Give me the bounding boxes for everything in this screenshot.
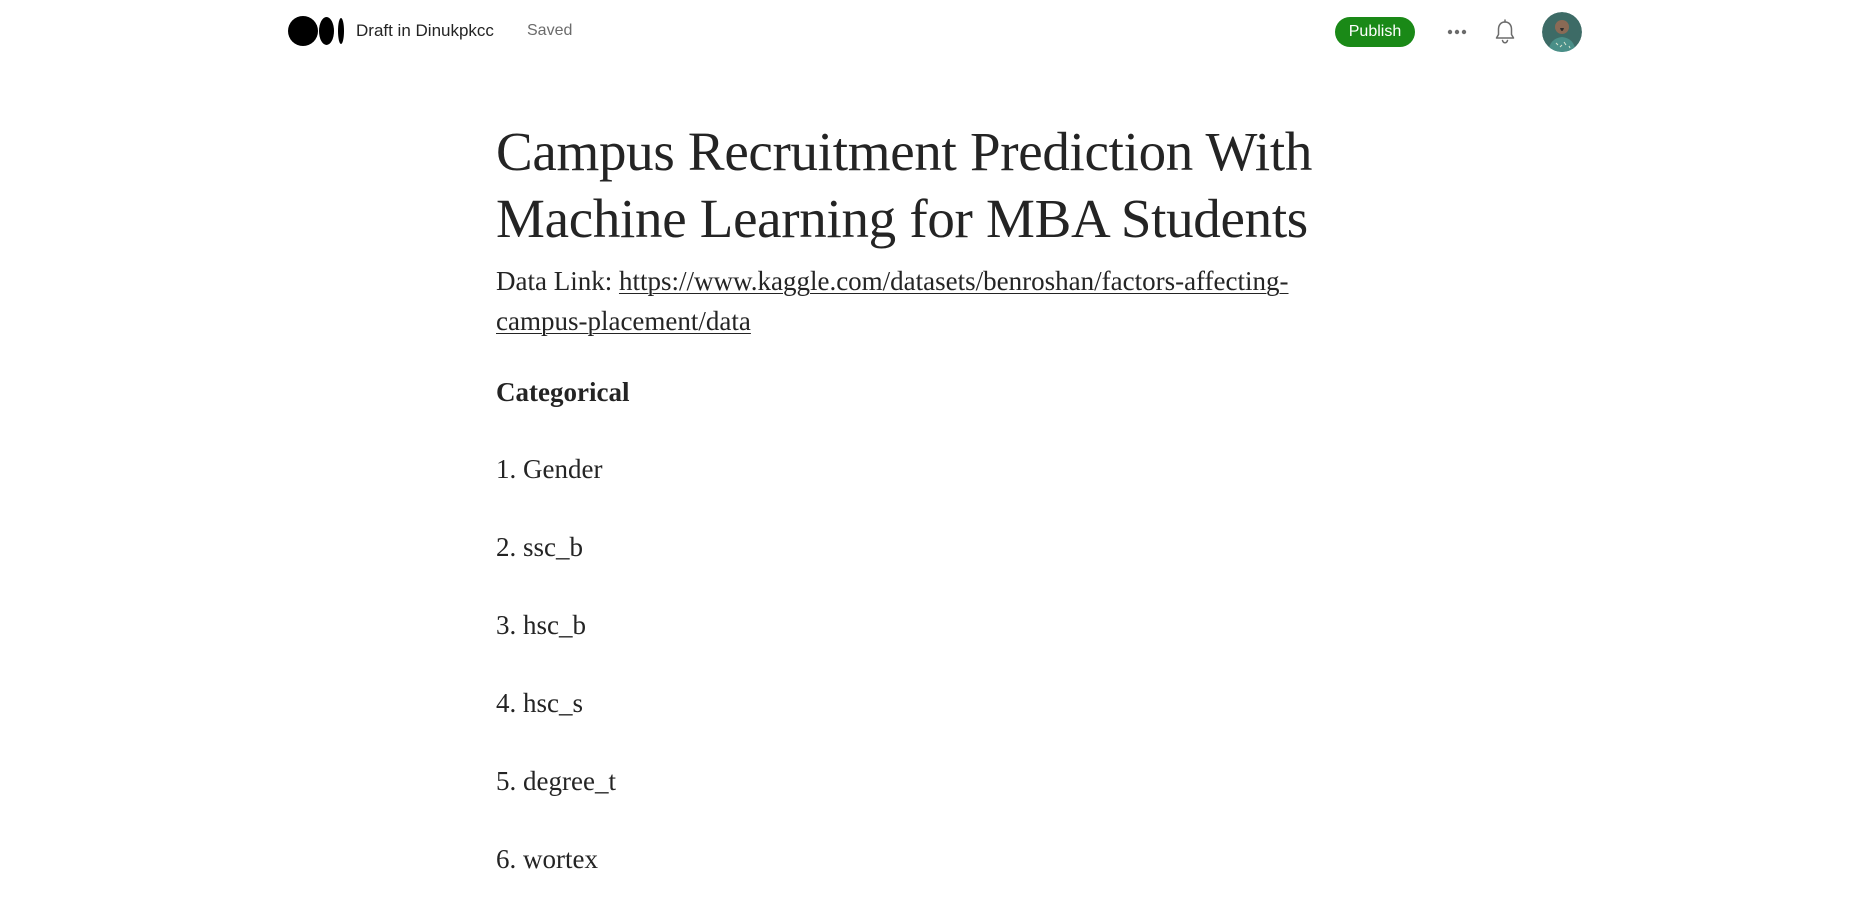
data-link-label: Data Link: <box>496 266 619 296</box>
article-title[interactable]: Campus Recruitment Prediction With Machi… <box>496 118 1396 252</box>
more-options-icon[interactable] <box>1443 18 1471 46</box>
list-item[interactable]: 3. hsc_b <box>496 605 1396 645</box>
list-item[interactable]: 1. Gender <box>496 449 1396 489</box>
medium-logo-icon[interactable] <box>288 16 346 46</box>
user-avatar[interactable] <box>1542 12 1582 52</box>
bell-icon[interactable] <box>1491 17 1519 47</box>
data-link-paragraph[interactable]: Data Link: https://www.kaggle.com/datase… <box>496 261 1366 341</box>
section-heading-categorical[interactable]: Categorical <box>496 372 1396 412</box>
save-status-label: Saved <box>527 22 573 39</box>
list-item[interactable]: 5. degree_t <box>496 761 1396 801</box>
list-item[interactable]: 4. hsc_s <box>496 683 1396 723</box>
list-item[interactable]: 2. ssc_b <box>496 527 1396 567</box>
categorical-list: 1. Gender 2. ssc_b 3. hsc_b 4. hsc_s 5. … <box>496 449 1396 879</box>
publish-button[interactable]: Publish <box>1335 17 1415 47</box>
draft-publication-label: Draft in Dinukpkcc <box>356 21 494 40</box>
top-navigation-bar: Draft in Dinukpkcc Saved Publish <box>0 0 1862 64</box>
article-editor[interactable]: Campus Recruitment Prediction With Machi… <box>496 118 1396 879</box>
list-item[interactable]: 6. wortex <box>496 839 1396 879</box>
